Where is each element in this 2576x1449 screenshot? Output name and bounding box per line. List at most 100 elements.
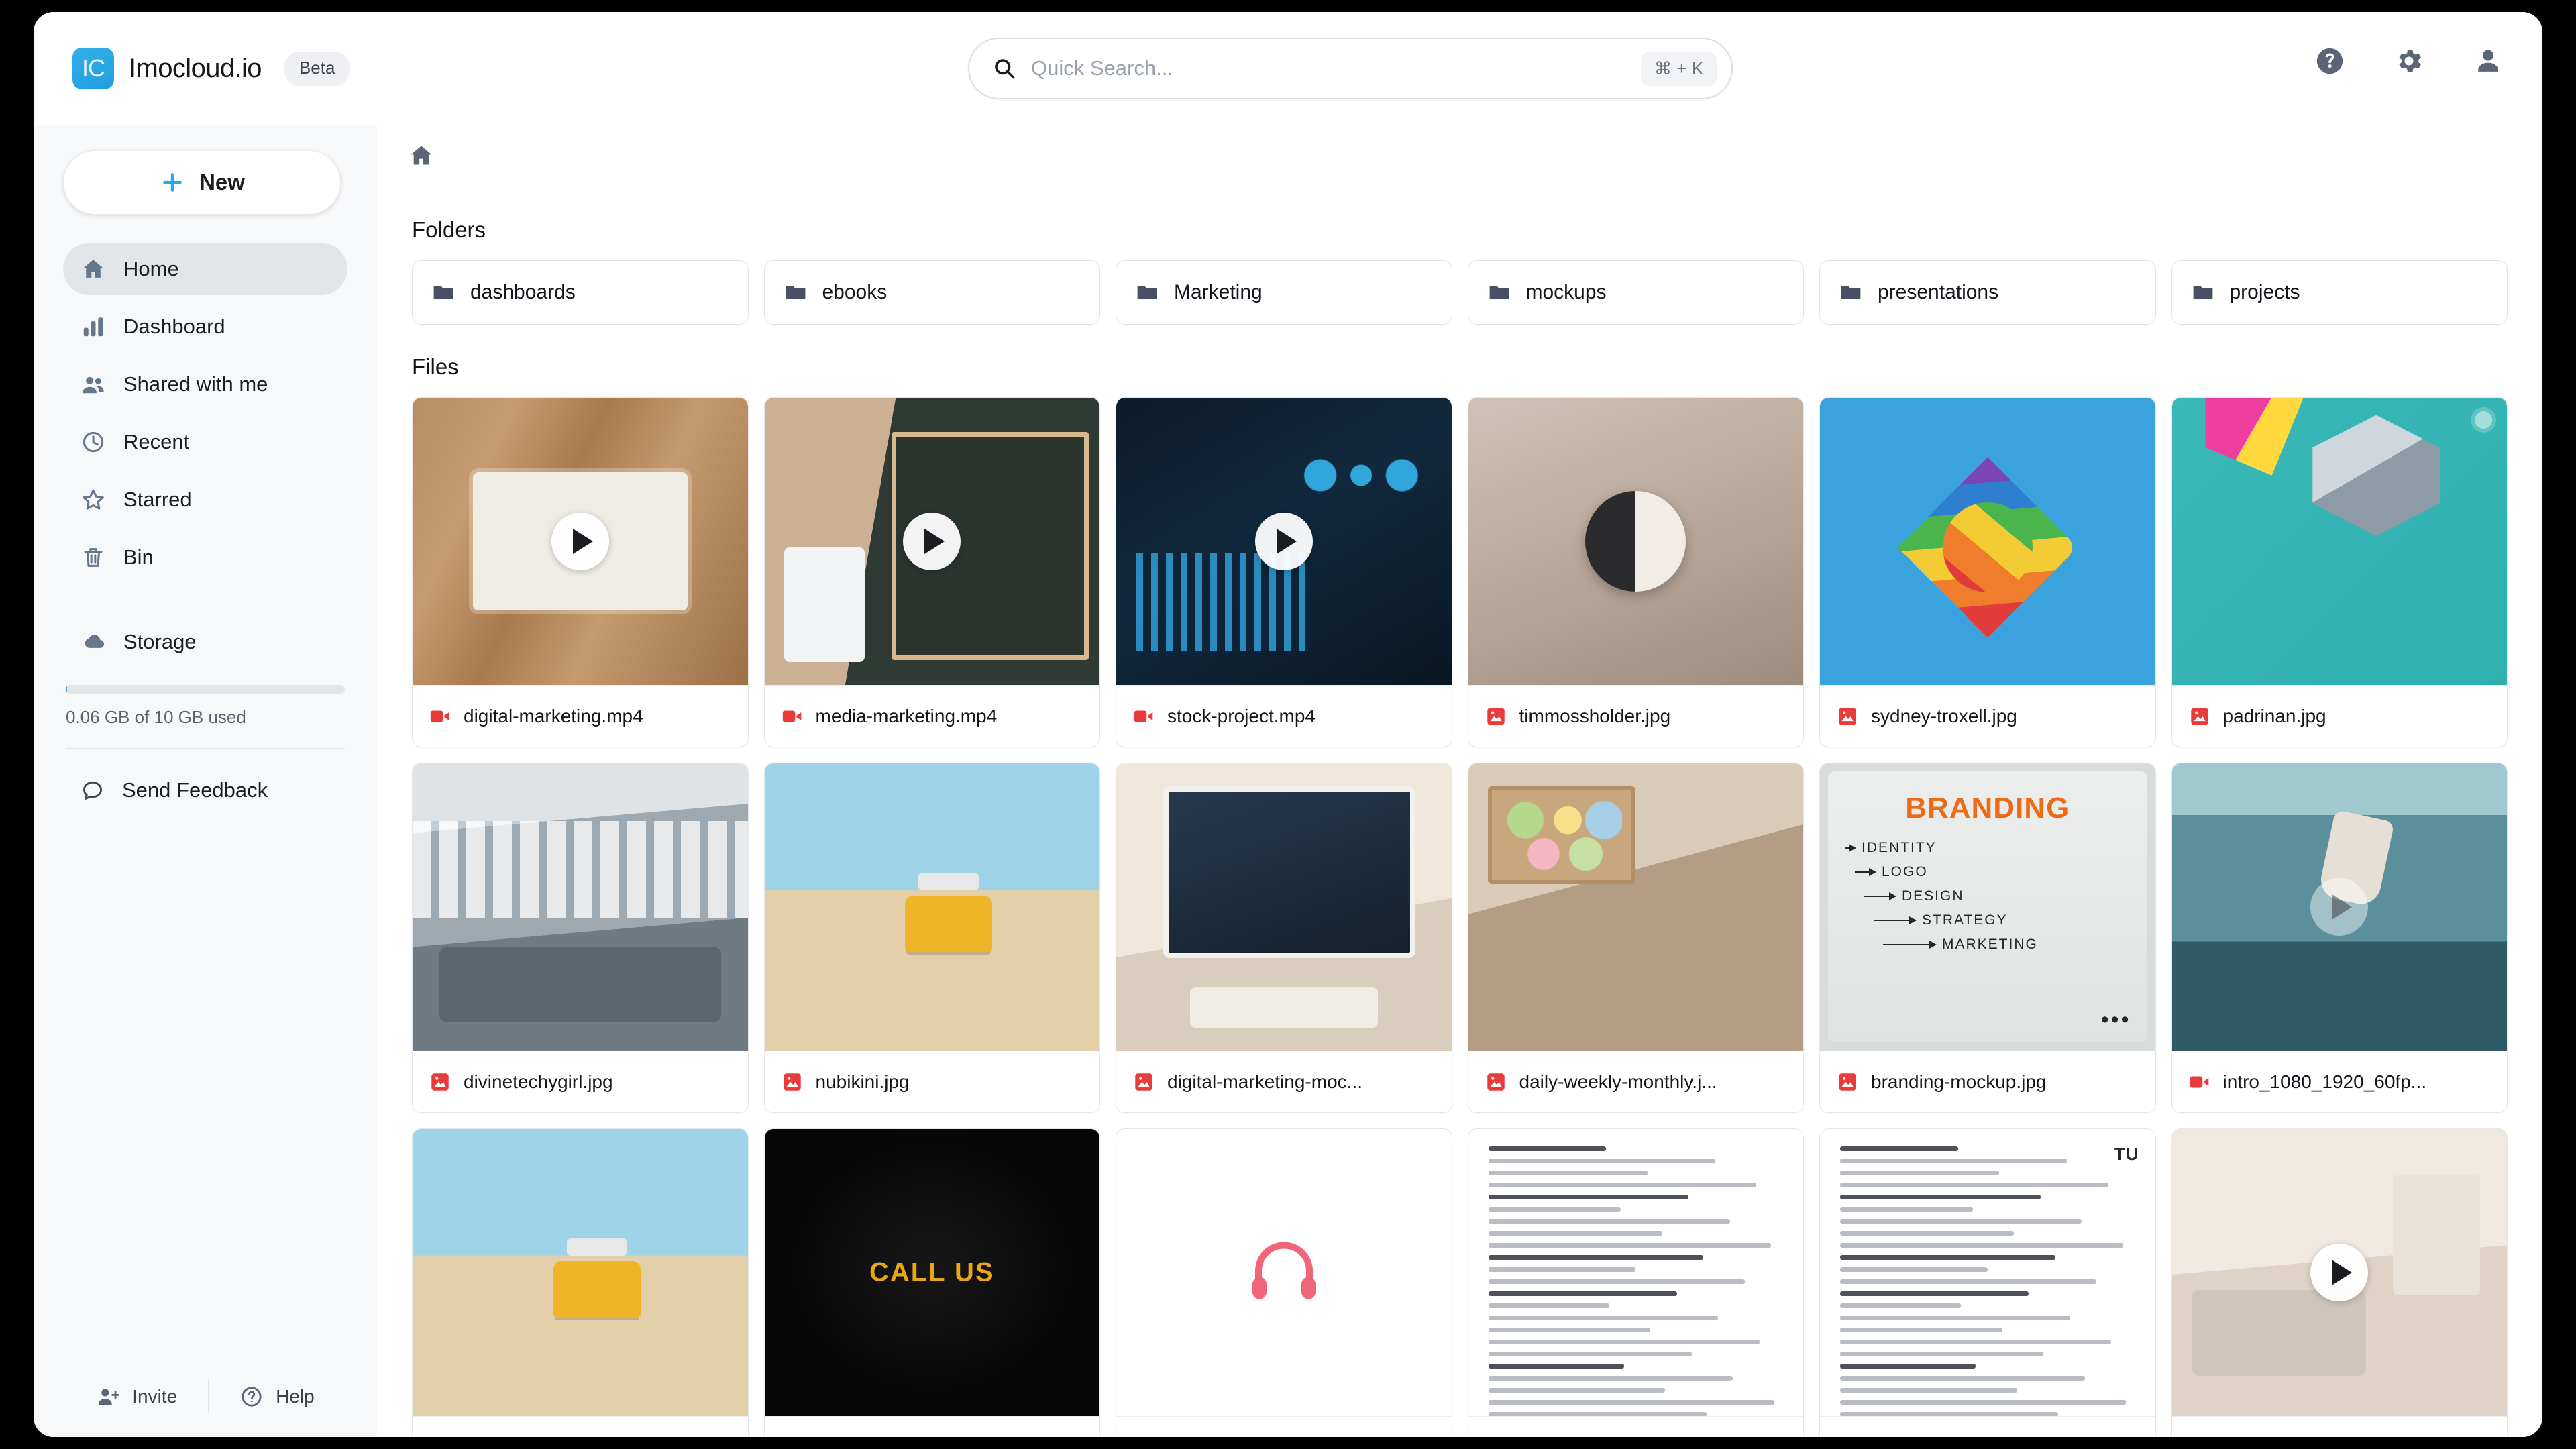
file-card[interactable]: BRANDING IDENTITY LOGO DESIGN STRATEGY MARKET… (1819, 763, 2156, 1113)
folder-icon (2191, 280, 2215, 305)
file-thumbnail[interactable] (2171, 398, 2507, 685)
brand-logo[interactable]: IC Imocloud.io Beta (34, 48, 350, 89)
settings-gear-icon[interactable] (2394, 46, 2424, 76)
folder-card[interactable]: dashboards (412, 260, 749, 325)
file-card[interactable]: beauty-no-copyright.... (1116, 1128, 1452, 1437)
play-button-icon[interactable] (551, 513, 609, 570)
doc-text-line (1840, 1340, 2112, 1344)
file-name: branding-mockup.jpg (1871, 1071, 2047, 1092)
file-thumbnail[interactable] (1468, 1129, 1803, 1416)
search-box[interactable]: ⌘ + K (968, 38, 1733, 99)
files-heading: Files (412, 354, 459, 379)
body-row: New Home Dashboard Shared with me Recent… (34, 125, 2542, 1437)
file-thumbnail[interactable] (1116, 763, 1452, 1051)
folders-grid: dashboards ebooks Marketing mockups presenta… (412, 260, 2508, 325)
file-meta: padrinan.jpg (2171, 685, 2507, 747)
folder-card[interactable]: presentations (1819, 260, 2156, 325)
file-card[interactable]: TU PDF Schulzeugnisse.pdf (1819, 1128, 2156, 1437)
file-thumbnail[interactable] (2171, 1129, 2507, 1416)
file-card[interactable]: nubikini.jpg (763, 763, 1100, 1113)
file-card[interactable]: CALL US callUs.jpg (763, 1128, 1100, 1438)
file-thumbnail[interactable] (1116, 1129, 1452, 1416)
sidebar-item-recent[interactable]: Recent (63, 416, 347, 468)
file-thumbnail[interactable] (1116, 398, 1452, 685)
file-card[interactable]: media-marketing.mp4 (763, 397, 1100, 747)
folder-card[interactable]: mockups (1467, 260, 1804, 325)
folder-card[interactable]: Marketing (1116, 260, 1452, 325)
doc-text-line (1840, 1364, 1976, 1368)
file-thumbnail[interactable] (413, 398, 748, 685)
quick-search[interactable]: ⌘ + K (968, 38, 1733, 99)
help-button[interactable]: Help (209, 1385, 345, 1409)
help-icon[interactable] (2314, 46, 2345, 76)
sidebar-item-shared-with-me[interactable]: Shared with me (63, 358, 347, 411)
file-card[interactable]: padrinan.jpg (2171, 397, 2508, 747)
sidebar-item-dashboard[interactable]: Dashboard (63, 301, 347, 353)
file-thumbnail[interactable]: BRANDING IDENTITY LOGO DESIGN STRATEGY MARKET… (1820, 763, 2155, 1051)
breadcrumb-home-icon[interactable] (408, 142, 435, 169)
arrow-icon (1883, 941, 1937, 949)
invite-button[interactable]: Invite (65, 1385, 208, 1409)
account-avatar-icon[interactable] (2473, 46, 2504, 76)
file-card[interactable]: daily-weekly-monthly.j... (1467, 763, 1804, 1113)
file-name: digital-marketing.mp4 (464, 705, 643, 727)
new-button[interactable]: New (63, 150, 341, 215)
folder-card[interactable]: projects (2171, 260, 2508, 325)
file-thumbnail[interactable] (413, 1129, 748, 1416)
image-file-icon (429, 1071, 451, 1093)
sidebar-divider-bottom (66, 748, 345, 749)
sidebar-item-starred[interactable]: Starred (63, 474, 347, 526)
file-thumbnail[interactable] (764, 398, 1099, 685)
sidebar-item-label: Starred (123, 488, 192, 511)
doc-text-line (1488, 1376, 1733, 1381)
file-card[interactable]: Intro.mp4 (2171, 1128, 2508, 1437)
file-thumbnail[interactable] (2171, 763, 2507, 1051)
file-card[interactable]: W Company.docx (1467, 1128, 1804, 1437)
file-card[interactable]: sydney-troxell.jpg (1819, 397, 2156, 747)
folder-card[interactable]: ebooks (763, 260, 1100, 325)
search-input[interactable] (1031, 56, 1642, 80)
file-card[interactable]: digital-marketing.mp4 (412, 397, 749, 747)
pdf-file-icon: PDF (1836, 1436, 1859, 1438)
play-button-icon[interactable] (903, 513, 961, 570)
file-card[interactable]: digital-marketing-moc... (1116, 763, 1452, 1113)
storage-row[interactable]: Storage (63, 622, 347, 662)
doc-text-line (1840, 1412, 2059, 1416)
files-grid: digital-marketing.mp4 media-marketing.mp4… (412, 397, 2508, 1437)
file-thumbnail[interactable]: CALL US (764, 1129, 1099, 1416)
file-name: Intro.mp4 (2223, 1437, 2302, 1438)
file-card[interactable]: pexels-nubikini-38602... (412, 1128, 749, 1437)
file-name: digital-marketing-moc... (1167, 1071, 1362, 1092)
sidebar-item-label: Dashboard (123, 315, 225, 338)
file-card[interactable]: intro_1080_1920_60fp... (2171, 763, 2508, 1113)
file-thumbnail[interactable] (1820, 398, 2155, 685)
trash-icon (80, 545, 106, 570)
sidebar-item-home[interactable]: Home (63, 243, 347, 295)
file-thumbnail[interactable] (413, 763, 748, 1051)
send-feedback-label: Send Feedback (122, 778, 268, 802)
folder-icon (1135, 280, 1159, 305)
send-feedback-button[interactable]: Send Feedback (63, 766, 347, 814)
clock-icon (80, 429, 106, 455)
file-thumbnail[interactable] (1468, 763, 1803, 1051)
doc-text-line (1840, 1255, 2055, 1260)
file-meta: branding-mockup.jpg (1820, 1051, 2155, 1112)
app-logo-icon: IC (72, 48, 114, 89)
file-card[interactable]: timmossholder.jpg (1467, 397, 1804, 747)
home-icon (80, 256, 106, 282)
play-button-icon[interactable] (1254, 513, 1313, 570)
doc-text-line (1488, 1279, 1745, 1284)
file-thumbnail[interactable] (764, 763, 1099, 1051)
play-button-icon[interactable] (2310, 1244, 2369, 1301)
image-file-icon (429, 1436, 451, 1438)
file-thumbnail[interactable] (1468, 398, 1803, 685)
file-thumbnail[interactable]: TU (1820, 1129, 2155, 1416)
file-name: callUs.jpg (816, 1437, 897, 1438)
sidebar-item-bin[interactable]: Bin (63, 531, 347, 584)
board-list-label: IDENTITY (1862, 840, 1937, 855)
play-button-icon[interactable] (2310, 878, 2369, 936)
folder-name: ebooks (822, 281, 888, 303)
file-card[interactable]: stock-project.mp4 (1116, 397, 1452, 747)
board-list-label: LOGO (1882, 864, 1928, 879)
file-card[interactable]: divinetechygirl.jpg (412, 763, 749, 1113)
